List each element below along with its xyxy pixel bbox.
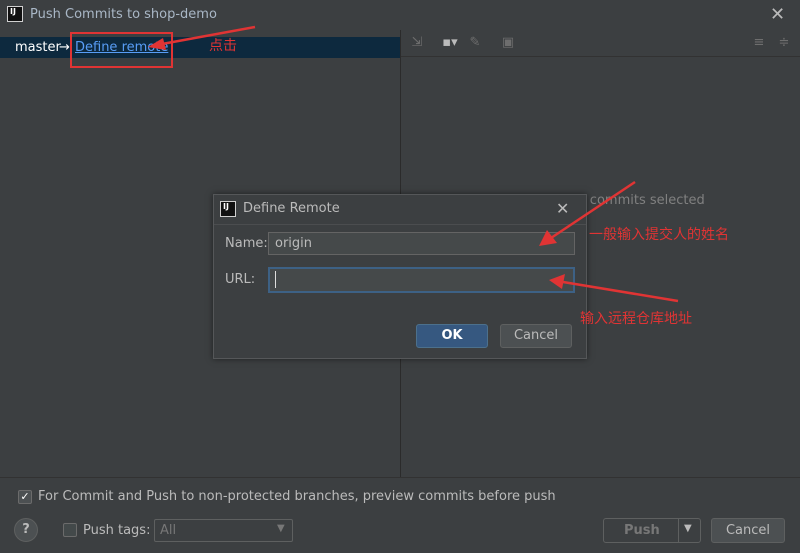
annotation-click: 点击 [209, 38, 237, 54]
annotation-arrows [148, 25, 679, 303]
annotation-name: 一般输入提交人的姓名 [589, 227, 729, 243]
annotation-url: 输入远程仓库地址 [580, 311, 692, 327]
